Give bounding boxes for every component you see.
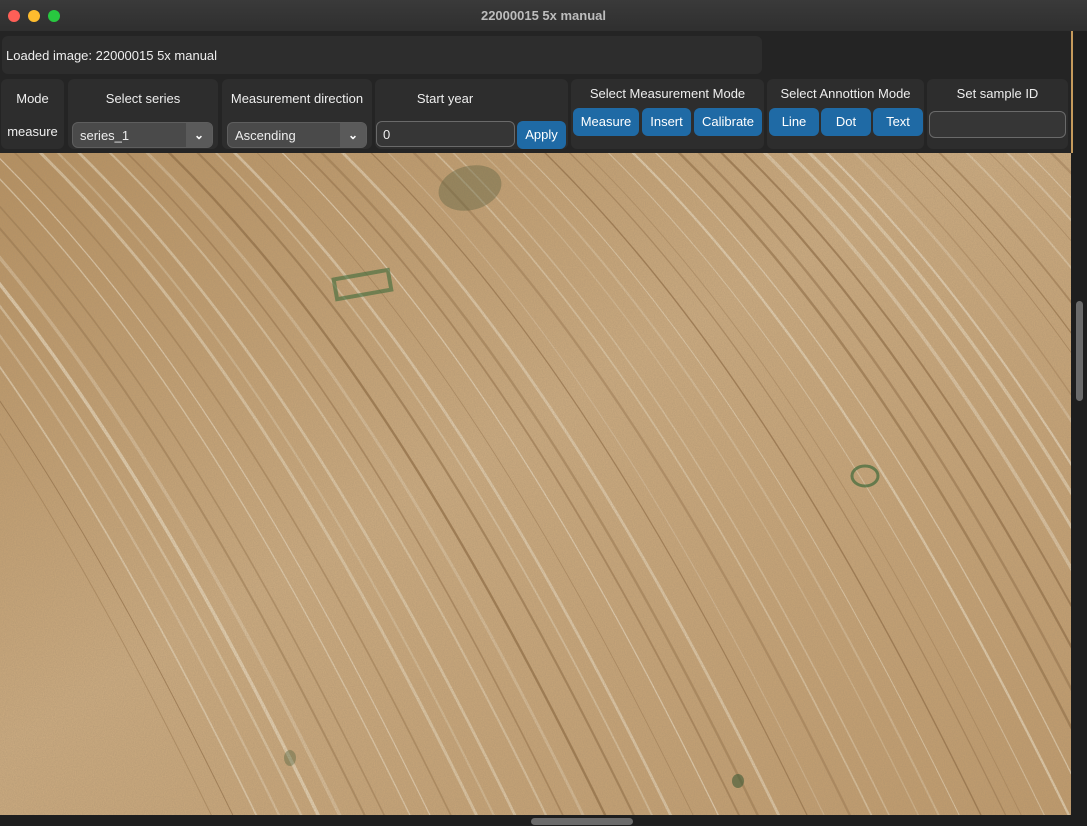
series-panel: Select series series_1 ⌄: [68, 79, 218, 149]
sample-id-panel: Set sample ID: [927, 79, 1068, 149]
scrollbar-edge: [1071, 31, 1073, 153]
chevron-down-icon[interactable]: ⌄: [340, 123, 366, 147]
direction-select[interactable]: Ascending ⌄: [227, 122, 367, 148]
mode-value: measure: [7, 124, 58, 139]
direction-label: Measurement direction: [230, 91, 364, 106]
start-year-label: Start year: [416, 91, 474, 106]
line-button[interactable]: Line: [769, 108, 819, 136]
insert-button[interactable]: Insert: [642, 108, 691, 136]
horizontal-scroll-thumb[interactable]: [531, 818, 633, 825]
apply-button[interactable]: Apply: [517, 121, 566, 149]
mode-label: Mode: [16, 91, 49, 106]
start-year-input[interactable]: 0: [376, 121, 515, 147]
series-label: Select series: [105, 91, 181, 106]
start-year-panel: Start year 0 Apply: [375, 79, 568, 149]
tree-ring-image[interactable]: [0, 153, 1071, 815]
sample-id-input[interactable]: [929, 111, 1066, 138]
calibrate-button[interactable]: Calibrate: [694, 108, 762, 136]
loaded-image-text: Loaded image: 22000015 5x manual: [6, 48, 218, 63]
direction-panel: Measurement direction Ascending ⌄: [222, 79, 372, 149]
start-year-value: 0: [383, 127, 391, 142]
vertical-scroll-thumb[interactable]: [1076, 301, 1083, 401]
text-button[interactable]: Text: [873, 108, 923, 136]
chevron-down-icon[interactable]: ⌄: [186, 123, 212, 147]
wood-sample-image[interactable]: [0, 153, 1071, 815]
loaded-image-banner: Loaded image: 22000015 5x manual: [2, 36, 762, 74]
series-select-value: series_1: [80, 128, 130, 143]
measure-button[interactable]: Measure: [573, 108, 639, 136]
window-title: 22000015 5x manual: [480, 8, 607, 23]
vertical-scrollbar[interactable]: [1071, 31, 1087, 826]
direction-select-value: Ascending: [235, 128, 296, 143]
horizontal-scrollbar[interactable]: [0, 815, 1071, 826]
measurement-mode-panel: Select Measurement Mode Measure Insert C…: [571, 79, 764, 149]
toolbar: Loaded image: 22000015 5x manual Mode me…: [0, 31, 1071, 153]
annotation-mode-label: Select Annottion Mode: [780, 86, 911, 101]
dot-button[interactable]: Dot: [821, 108, 871, 136]
mode-panel: Mode measure: [1, 79, 64, 149]
title-bar: 22000015 5x manual: [0, 0, 1087, 32]
series-select[interactable]: series_1 ⌄: [72, 122, 213, 148]
annotation-mode-panel: Select Annottion Mode Line Dot Text: [767, 79, 924, 149]
sample-id-label: Set sample ID: [956, 86, 1039, 101]
measurement-mode-label: Select Measurement Mode: [589, 86, 746, 101]
